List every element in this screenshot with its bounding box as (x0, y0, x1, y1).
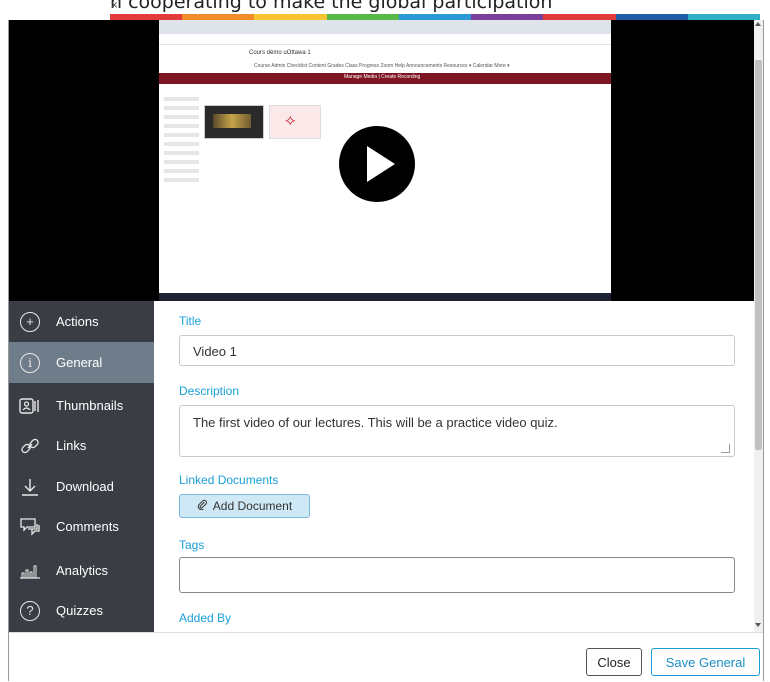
link-icon (19, 435, 41, 457)
browser-tabs (159, 20, 611, 35)
sidebar-item-links[interactable]: Links (9, 425, 154, 466)
plus-circle-icon: + (19, 311, 41, 333)
scroll-up-icon[interactable] (755, 22, 761, 26)
description-textarea[interactable]: The first video of our lectures. This wi… (179, 405, 735, 457)
sidebar-item-thumbnails[interactable]: Thumbnails (9, 385, 154, 426)
question-circle-icon: ? (19, 600, 41, 622)
sidebar-item-label: Links (56, 438, 87, 453)
sidebar-item-label: Thumbnails (56, 398, 124, 413)
add-document-button[interactable]: Add Document (179, 494, 310, 518)
course-nav: Course Admin Checklist Content Grades Cl… (254, 63, 510, 69)
video-thumbnail (204, 105, 264, 139)
sidebar-item-label: General (56, 355, 103, 370)
media-bar: Manage Media | Create Recording (159, 73, 611, 84)
media-details-dialog: Cours démo uOttawa 1 Course Admin Checkl… (8, 20, 764, 682)
tags-input[interactable] (179, 557, 735, 593)
pdf-icon: ⟡ (285, 112, 296, 129)
pdf-thumbnail: ⟡ (269, 105, 321, 139)
description-text: The first video of our lectures. This wi… (193, 415, 558, 430)
course-title: Cours démo uOttawa 1 (249, 50, 311, 56)
sidebar-item-label: Quizzes (56, 603, 103, 618)
title-label: Title (179, 314, 202, 328)
analytics-icon (19, 560, 41, 582)
sidebar-item-download[interactable]: Download (9, 466, 154, 507)
sidebar-item-comments[interactable]: Comments (9, 506, 154, 547)
play-button[interactable] (339, 126, 415, 202)
added-by-label: Added By (179, 611, 232, 625)
sidebar-item-label: Actions (56, 314, 99, 329)
general-form: Title Video 1 Description The first vide… (154, 301, 754, 632)
taskbar (159, 293, 611, 301)
save-general-button[interactable]: Save General (651, 648, 760, 676)
sidebar-item-quizzes[interactable]: ? Quizzes (9, 590, 154, 631)
title-input[interactable]: Video 1 (179, 335, 735, 366)
close-x-icon[interactable]: × (110, 0, 766, 11)
sidebar-item-analytics[interactable]: Analytics (9, 550, 154, 591)
browser-address-bar (159, 34, 611, 45)
scroll-thumb[interactable] (755, 60, 762, 450)
download-icon (19, 476, 41, 498)
scrollbar[interactable] (754, 20, 763, 632)
sidebar-item-actions[interactable]: + Actions (9, 301, 154, 342)
video-player[interactable]: Cours démo uOttawa 1 Course Admin Checkl… (9, 20, 763, 301)
sidebar-item-label: Comments (56, 519, 119, 534)
sidebar-item-label: Analytics (56, 563, 109, 578)
sidebar: + Actions i General Thumbnails Links Dow… (9, 301, 154, 632)
media-sidebar (164, 92, 199, 212)
linked-documents-label: Linked Documents (179, 473, 279, 487)
thumbnails-icon (19, 395, 41, 417)
scroll-down-icon[interactable] (755, 623, 761, 627)
close-button[interactable]: Close (586, 648, 642, 676)
media-bar-text: Manage Media | Create Recording (344, 74, 421, 80)
resize-handle[interactable] (721, 444, 730, 453)
sidebar-item-general[interactable]: i General (9, 342, 154, 383)
paperclip-icon (197, 499, 208, 513)
comments-icon (19, 516, 41, 538)
sidebar-item-label: Download (56, 479, 114, 494)
dialog-footer: Close Save General (9, 632, 763, 682)
description-label: Description (179, 384, 240, 398)
lms-header: Cours démo uOttawa 1 Course Admin Checkl… (159, 45, 611, 74)
info-circle-icon: i (19, 352, 41, 374)
add-document-label: Add Document (212, 499, 293, 513)
tags-label: Tags (179, 538, 205, 552)
